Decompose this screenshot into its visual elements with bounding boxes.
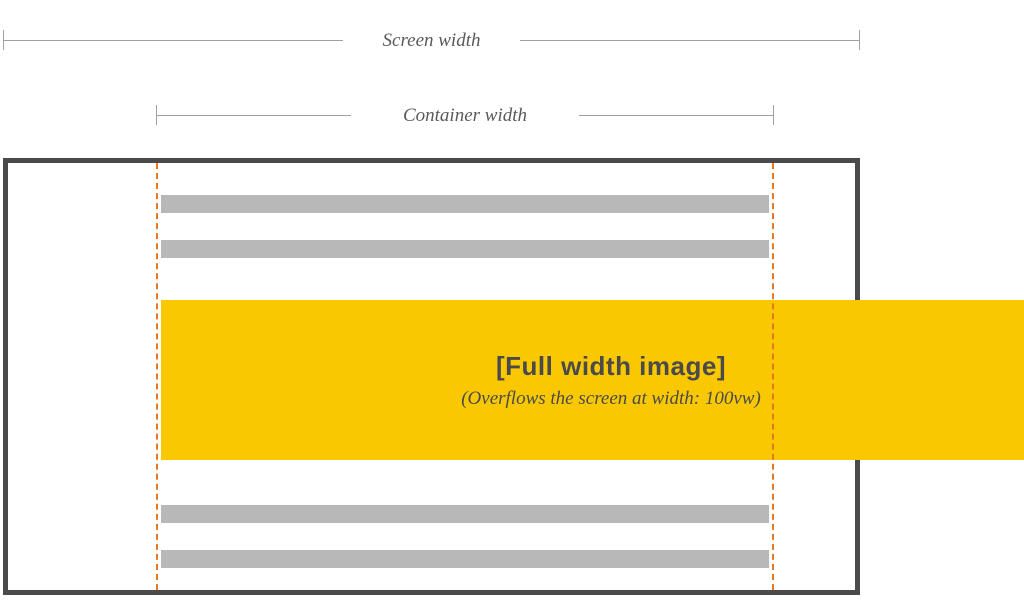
container-width-label: Container width [403, 105, 527, 127]
screen-width-bracket: Screen width [3, 30, 860, 50]
container-guide-line [772, 163, 774, 590]
text-placeholder-bar [161, 195, 769, 213]
bracket-tick-icon [773, 105, 774, 125]
screen-width-label: Screen width [383, 30, 481, 52]
text-placeholder-bar [161, 550, 769, 568]
full-width-title: [Full width image] [496, 351, 726, 382]
text-placeholder-bar [161, 240, 769, 258]
bracket-line-icon [520, 40, 860, 41]
bracket-tick-icon [859, 30, 860, 50]
bracket-line-icon [156, 115, 351, 116]
text-placeholder-bar [161, 505, 769, 523]
full-width-subtitle: (Overflows the screen at width: 100vw) [461, 388, 761, 410]
full-width-image-region: [Full width image] (Overflows the screen… [161, 300, 1024, 460]
bracket-line-icon [3, 40, 343, 41]
container-width-bracket: Container width [156, 105, 774, 125]
bracket-line-icon [579, 115, 774, 116]
container-guide-line [156, 163, 158, 590]
